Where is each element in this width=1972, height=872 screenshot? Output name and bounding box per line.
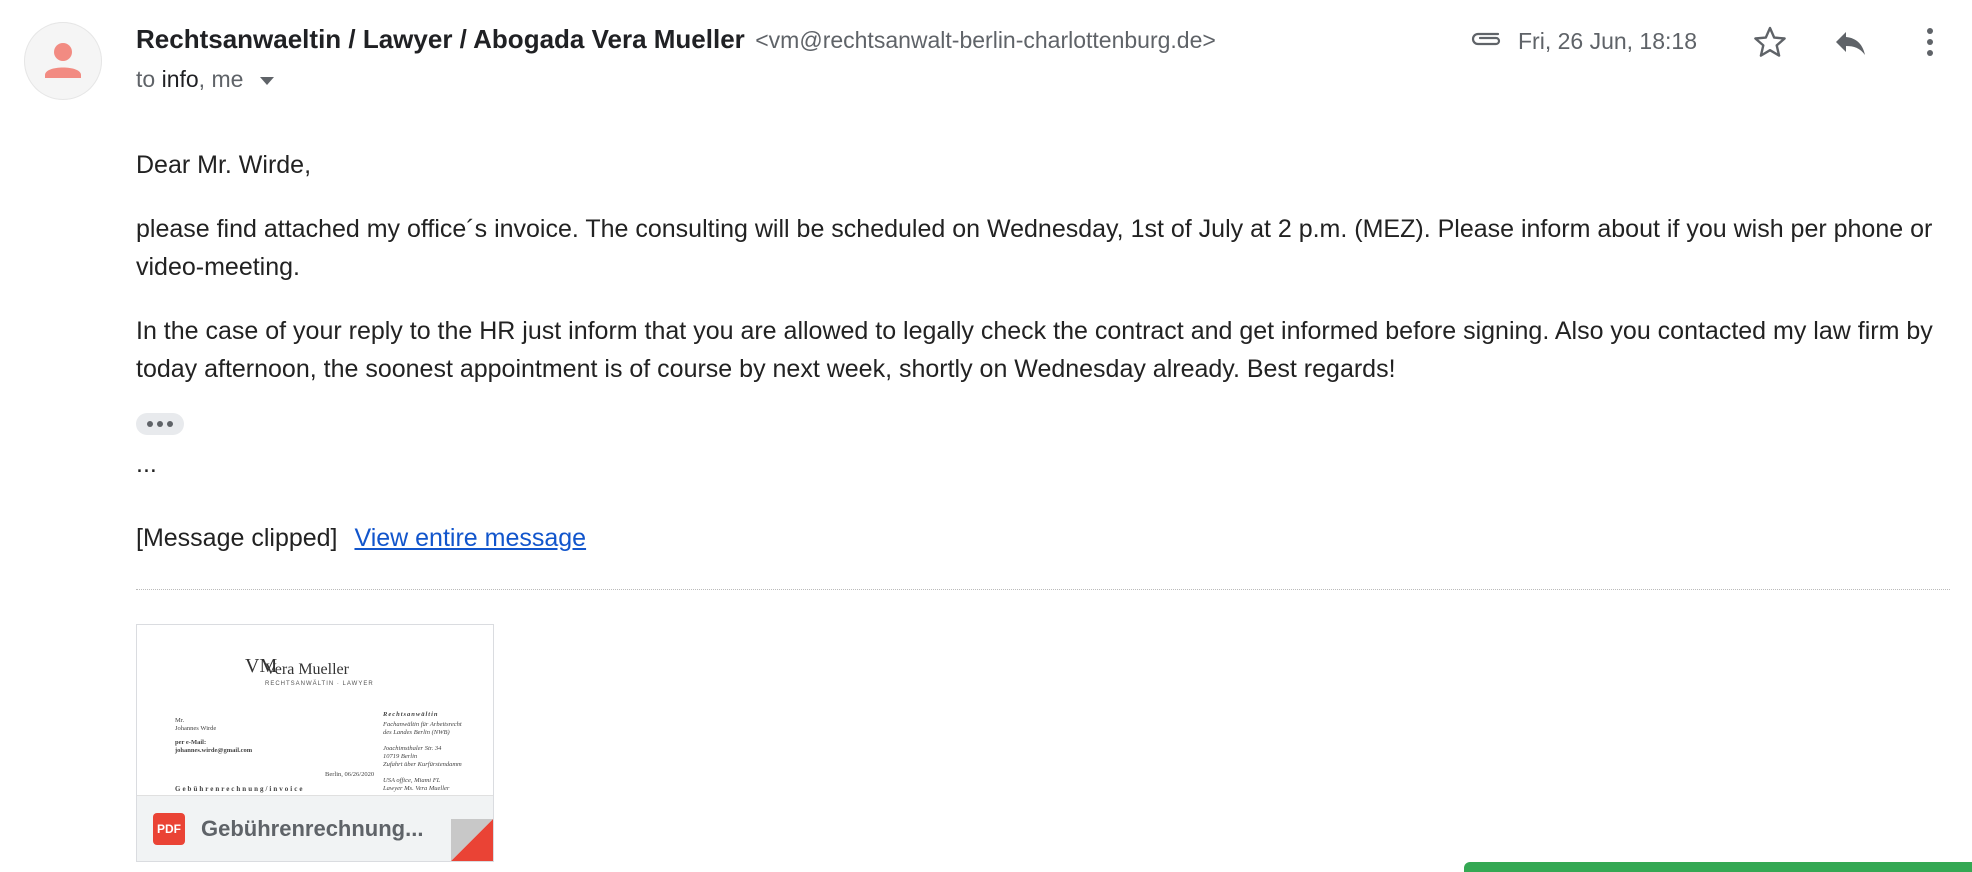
preview-right-line: Fachanwältin für Arbeitsrecht [383, 721, 462, 728]
preview-right-line: 10719 Berlin [383, 753, 418, 760]
paperclip-icon [1468, 28, 1504, 53]
preview-recipient-line: Mr. [175, 717, 185, 724]
recipients-prefix: to [136, 66, 156, 92]
star-icon[interactable] [1748, 20, 1792, 64]
preview-heading: Gebührenrechnung/invoice [175, 785, 305, 793]
sender-name[interactable]: Rechtsanwaeltin / Lawyer / Abogada Vera … [136, 24, 745, 54]
greeting: Dear Mr. Wirde, [136, 151, 312, 179]
preview-right-line: Joachimsthaler Str. 34 [383, 745, 442, 752]
view-entire-message-link[interactable]: View entire message [354, 524, 586, 552]
message-paragraph-2: In the case of your reply to the HR just… [136, 317, 1933, 383]
preview-right-line: des Landes Berlin (NWB) [383, 729, 450, 736]
preview-delivery-email: johannes.wirde@gmail.com [175, 747, 253, 754]
trimmed-ellipsis: ... [136, 450, 157, 478]
preview-delivery-label: per e-Mail: [175, 739, 207, 746]
dot-icon [157, 421, 163, 427]
sender-row: Rechtsanwaeltin / Lawyer / Abogada Vera … [136, 24, 1216, 55]
preview-right-line: Zufahrt über Kurfürstendamm [383, 761, 462, 768]
dot-icon [147, 421, 153, 427]
person-icon [45, 43, 81, 78]
reply-icon[interactable] [1828, 20, 1872, 64]
status-bar-edge [1464, 862, 1972, 872]
preview-right-line: USA office, Miami FL [383, 777, 441, 784]
preview-date: Berlin, 06/26/2020 [325, 771, 375, 778]
preview-right-line: Lawyer Ms. Vera Mueller [383, 785, 450, 792]
recipient-primary: info [161, 66, 199, 92]
recipient-rest: , me [198, 66, 244, 92]
attachment-file-name: Gebührenrechnung... [201, 816, 424, 841]
preview-right-title: Rechtsanwältin [383, 711, 439, 718]
message-clipped-row: [Message clipped] View entire message [136, 524, 586, 553]
preview-logo-subtitle: RECHTSANWÄLTIN · LAWYER [265, 681, 374, 687]
more-vert-icon[interactable] [1908, 20, 1952, 64]
pdf-icon: PDF [153, 813, 185, 845]
divider [136, 589, 1950, 590]
attachment-preview: VM Vera Mueller RECHTSANWÄLTIN · LAWYER … [137, 625, 493, 795]
sender-email: <vm@rechtsanwalt-berlin-charlottenburg.d… [755, 27, 1216, 53]
preview-logo-name: Vera Mueller [265, 661, 349, 678]
page-fold-icon [451, 819, 493, 861]
message-paragraph-1: please find attached my office´s invoice… [136, 215, 1933, 281]
avatar [24, 22, 102, 100]
message-date: Fri, 26 Jun, 18:18 [1518, 28, 1697, 54]
attachment-card[interactable]: VM Vera Mueller RECHTSANWÄLTIN · LAWYER … [136, 624, 494, 862]
dot-icon [167, 421, 173, 427]
chevron-down-icon[interactable] [259, 76, 274, 85]
message-clipped-label: [Message clipped] [136, 524, 338, 552]
preview-recipient-line: Johannes Wirde [175, 725, 217, 732]
show-trimmed-content-button[interactable] [136, 413, 184, 435]
recipients-row: to info, me [136, 66, 274, 93]
